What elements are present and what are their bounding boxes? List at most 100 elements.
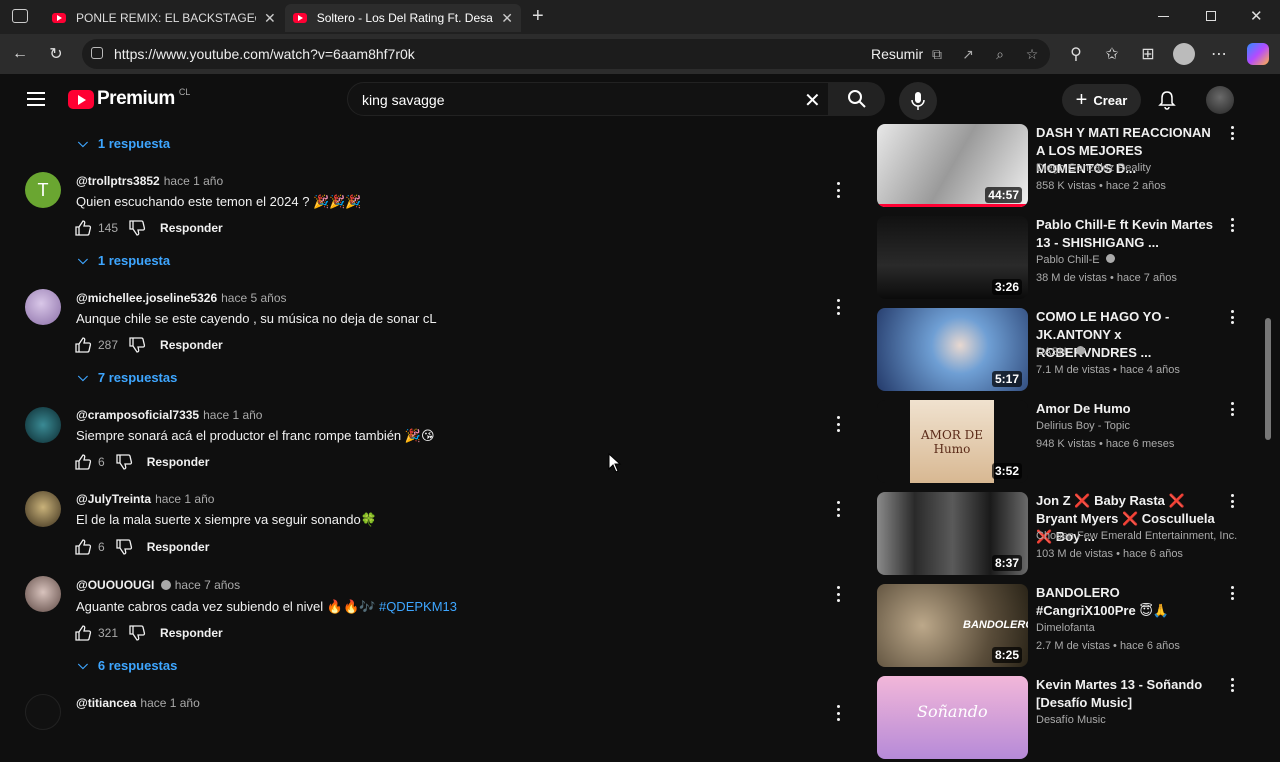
video-title[interactable]: Kevin Martes 13 - Soñando [Desafío Music… <box>1036 676 1221 712</box>
translate-icon[interactable]: ⧉ <box>928 45 946 63</box>
like-icon[interactable] <box>74 624 92 642</box>
create-button[interactable]: + Crear <box>1062 84 1141 116</box>
reply-button[interactable]: Responder <box>160 221 223 235</box>
back-icon[interactable]: ← <box>9 43 31 65</box>
video-thumbnail[interactable]: 44:57 <box>877 124 1028 207</box>
menu-icon[interactable] <box>27 92 45 106</box>
video-channel[interactable]: Delirius Boy - Topic <box>1036 420 1130 432</box>
video-channel[interactable]: Diego González Reality <box>1036 162 1151 174</box>
dislike-icon[interactable] <box>128 336 146 354</box>
search-button[interactable] <box>829 82 885 116</box>
tab-actions-icon[interactable] <box>12 9 28 23</box>
video-thumbnail[interactable]: 3:26 <box>877 216 1028 299</box>
comment-options-icon[interactable] <box>834 501 842 517</box>
page-scrollbar[interactable] <box>1265 318 1271 440</box>
video-card[interactable]: 3:26 Pablo Chill-E ft Kevin Martes 13 - … <box>877 216 1267 302</box>
copilot-icon[interactable] <box>1247 43 1269 65</box>
avatar[interactable] <box>25 491 61 527</box>
view-replies-button[interactable]: ⌵ 6 respuestas <box>78 657 177 673</box>
video-options-icon[interactable] <box>1229 126 1235 140</box>
clear-search-icon[interactable]: ✕ <box>804 88 821 113</box>
comment-time[interactable]: hace 1 año <box>203 408 262 422</box>
video-thumbnail[interactable]: Soñando <box>877 676 1028 759</box>
avatar[interactable] <box>25 576 61 612</box>
video-card[interactable]: Soñando Kevin Martes 13 - Soñando [Desaf… <box>877 676 1267 762</box>
restore-icon[interactable] <box>1206 11 1216 21</box>
video-card[interactable]: AMOR DE Humo 3:52 Amor De Humo Delirius … <box>877 400 1267 486</box>
window-close-icon[interactable]: ✕ <box>1250 7 1263 25</box>
extensions-icon[interactable]: ⚲ <box>1065 43 1087 65</box>
video-channel[interactable]: Dimelofanta <box>1036 622 1095 634</box>
comment-time[interactable]: hace 1 año <box>155 492 214 506</box>
comment-author[interactable]: @trollptrs3852 <box>76 174 160 188</box>
hashtag-link[interactable]: #QDEPKM13 <box>379 599 457 614</box>
dislike-icon[interactable] <box>115 453 133 471</box>
comment-options-icon[interactable] <box>834 182 842 198</box>
more-menu-icon[interactable]: ⋯ <box>1208 43 1230 65</box>
account-avatar[interactable] <box>1206 86 1234 114</box>
comment-author[interactable]: @titiancea <box>76 696 136 710</box>
comment-options-icon[interactable] <box>834 586 842 602</box>
avatar[interactable]: T <box>25 172 61 208</box>
voice-search-button[interactable] <box>899 82 937 120</box>
comment-time[interactable]: hace 7 años <box>175 578 240 592</box>
new-tab-icon[interactable]: + <box>532 5 544 28</box>
view-replies-button[interactable]: ⌵ 1 respuesta <box>78 135 170 151</box>
comment-time[interactable]: hace 5 años <box>221 291 286 305</box>
video-options-icon[interactable] <box>1229 586 1235 600</box>
zoom-icon[interactable]: ⌕ <box>991 45 1009 63</box>
video-options-icon[interactable] <box>1229 310 1235 324</box>
like-icon[interactable] <box>74 336 92 354</box>
video-title[interactable]: Pablo Chill-E ft Kevin Martes 13 - SHISH… <box>1036 216 1221 252</box>
video-thumbnail[interactable]: 8:37 <box>877 492 1028 575</box>
refresh-icon[interactable]: ↻ <box>45 43 67 65</box>
reply-button[interactable]: Responder <box>147 540 210 554</box>
dislike-icon[interactable] <box>128 219 146 237</box>
comment-options-icon[interactable] <box>834 416 842 432</box>
video-channel[interactable]: DASH <box>1036 346 1085 358</box>
site-info-icon[interactable] <box>91 47 103 59</box>
close-icon[interactable]: ✕ <box>264 10 276 27</box>
avatar[interactable] <box>25 694 61 730</box>
reply-button[interactable]: Responder <box>160 626 223 640</box>
comment-options-icon[interactable] <box>834 705 842 721</box>
favorite-star-icon[interactable]: ☆ <box>1023 45 1041 63</box>
video-card[interactable]: 5:17 COMO LE HAGO YO - JK.ANTONY x ROBER… <box>877 308 1267 394</box>
video-title[interactable]: Amor De Humo <box>1036 400 1221 418</box>
avatar[interactable] <box>25 289 61 325</box>
open-in-app-icon[interactable]: ↗ <box>959 45 977 63</box>
comment-author[interactable]: @cramposoficial7335 <box>76 408 199 422</box>
like-icon[interactable] <box>74 453 92 471</box>
summarize-label[interactable]: Resumir <box>871 46 923 62</box>
video-channel[interactable]: Pablo Chill-E <box>1036 254 1115 266</box>
favorites-icon[interactable]: ✩ <box>1101 43 1123 65</box>
like-icon[interactable] <box>74 219 92 237</box>
video-options-icon[interactable] <box>1229 494 1235 508</box>
video-card[interactable]: 44:57 DASH Y MATI REACCIONAN A LOS MEJOR… <box>877 124 1267 210</box>
video-channel[interactable]: Chosen Few Emerald Entertainment, Inc. <box>1036 530 1237 542</box>
profile-avatar[interactable] <box>1173 43 1195 65</box>
tab-ponle-remix[interactable]: PONLE REMIX: EL BACKSTAGE😱 | ✕ <box>44 4 284 32</box>
comment-time[interactable]: hace 1 año <box>140 696 199 710</box>
video-options-icon[interactable] <box>1229 402 1235 416</box>
comment-time[interactable]: hace 1 año <box>164 174 223 188</box>
avatar[interactable] <box>25 407 61 443</box>
video-thumbnail[interactable]: 5:17 <box>877 308 1028 391</box>
video-thumbnail[interactable]: AMOR DE Humo 3:52 <box>877 400 1028 483</box>
video-thumbnail[interactable]: BANDOLERO 8:25 <box>877 584 1028 667</box>
video-title[interactable]: BANDOLERO #CangriX100Pre 😇🙏 <box>1036 584 1221 620</box>
minimize-icon[interactable] <box>1158 16 1169 17</box>
dislike-icon[interactable] <box>128 624 146 642</box>
like-icon[interactable] <box>74 538 92 556</box>
notifications-bell-icon[interactable] <box>1158 90 1176 110</box>
close-icon[interactable]: ✕ <box>501 10 513 27</box>
reply-button[interactable]: Responder <box>147 455 210 469</box>
dislike-icon[interactable] <box>115 538 133 556</box>
search-input[interactable]: king savagge ✕ <box>347 82 829 116</box>
comment-author[interactable]: @michellee.joseline5326 <box>76 291 217 305</box>
view-replies-button[interactable]: ⌵ 7 respuestas <box>78 369 177 385</box>
reply-button[interactable]: Responder <box>160 338 223 352</box>
youtube-logo[interactable]: Premium CL <box>68 87 190 110</box>
video-channel[interactable]: Desafío Music <box>1036 714 1106 726</box>
video-card[interactable]: 8:37 Jon Z ❌ Baby Rasta ❌ Bryant Myers ❌… <box>877 492 1267 578</box>
